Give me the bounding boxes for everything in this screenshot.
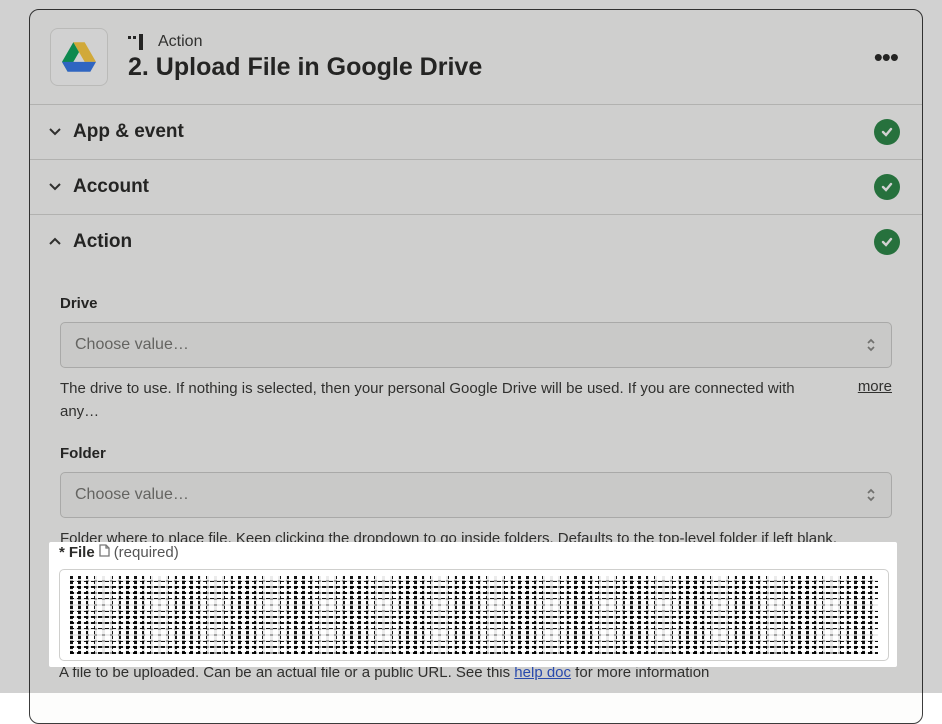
section-label: Action: [73, 231, 874, 253]
google-drive-icon: [62, 42, 96, 72]
file-input[interactable]: [59, 569, 889, 661]
chevron-up-icon: [43, 235, 67, 249]
step-header: Action 2. Upload File in Google Drive ••…: [30, 10, 922, 105]
file-preview-data: [70, 576, 878, 654]
more-link[interactable]: more: [858, 378, 892, 395]
section-label: Account: [73, 176, 874, 198]
drive-select[interactable]: Choose value…: [60, 322, 892, 368]
select-caret-icon: [865, 486, 877, 504]
section-account[interactable]: Account: [30, 160, 922, 215]
field-label: Drive: [60, 295, 892, 312]
field-file-highlighted: * File (required): [49, 542, 897, 667]
field-help: The drive to use. If nothing is selected…: [60, 378, 838, 423]
app-icon-container: [50, 28, 108, 86]
field-drive: Drive Choose value… The drive to use. If…: [60, 295, 892, 423]
section-label: App & event: [73, 121, 874, 143]
section-action[interactable]: Action: [30, 215, 922, 269]
required-asterisk: *: [59, 544, 65, 561]
field-folder: Folder Choose value… Folder where to pla…: [60, 445, 892, 551]
chevron-down-icon: [43, 180, 67, 194]
step-menu-button[interactable]: •••: [872, 40, 900, 74]
folder-select[interactable]: Choose value…: [60, 472, 892, 518]
field-label: Folder: [60, 445, 892, 462]
status-complete-icon: [874, 174, 900, 200]
chevron-down-icon: [43, 125, 67, 139]
step-type-label: Action: [158, 33, 202, 51]
status-complete-icon: [874, 119, 900, 145]
action-step-icon: [128, 33, 150, 51]
select-placeholder: Choose value…: [75, 336, 189, 354]
section-app-event[interactable]: App & event: [30, 105, 922, 160]
required-hint: (required): [114, 544, 179, 561]
select-placeholder: Choose value…: [75, 486, 189, 504]
status-complete-icon: [874, 229, 900, 255]
file-type-icon: [99, 544, 110, 561]
step-title: 2. Upload File in Google Drive: [128, 53, 872, 82]
field-label: File: [69, 544, 95, 561]
select-caret-icon: [865, 336, 877, 354]
